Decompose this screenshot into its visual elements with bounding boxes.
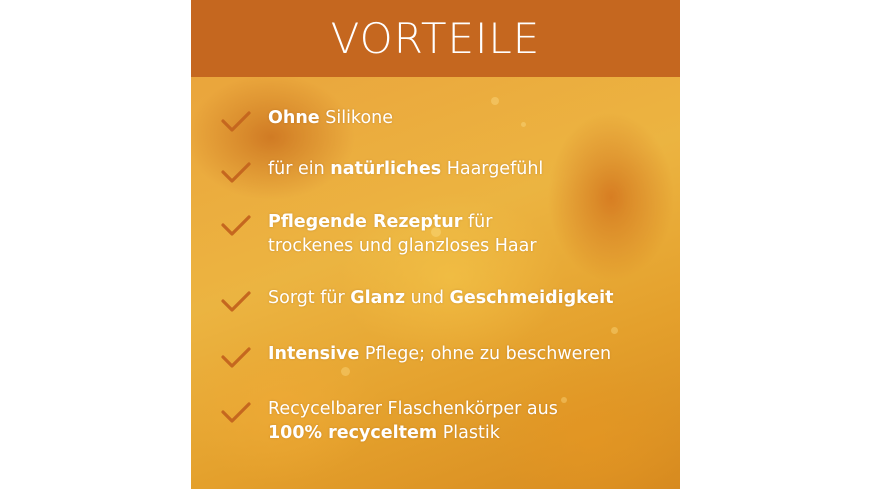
benefit-text: Sorgt für Glanz und Geschmeidigkeit <box>268 286 614 310</box>
benefit-text-bold: Glanz <box>350 288 406 308</box>
benefit-text-bold: natürliches <box>330 159 442 179</box>
benefit-text-part: Recycelbarer Flaschenkörper aus <box>268 399 558 419</box>
benefit-text: Pflegende Rezeptur für trockenes und glan… <box>268 210 537 258</box>
benefit-text-bold: Pflegende Rezeptur <box>268 212 463 232</box>
checkmark-icon <box>221 161 251 185</box>
benefit-text-bold: Intensive <box>268 344 360 364</box>
benefit-text: Recycelbarer Flaschenkörper aus 100% recy… <box>268 397 558 445</box>
benefit-item: Sorgt für Glanz und Geschmeidigkeit <box>221 286 614 314</box>
benefit-text-part: Silikone <box>319 108 394 128</box>
benefit-text-part: für ein <box>268 159 331 179</box>
benefit-text: Ohne Silikone <box>268 106 393 130</box>
benefit-item: Recycelbarer Flaschenkörper aus 100% recy… <box>221 397 558 445</box>
benefit-item: für ein natürliches Haargefühl <box>221 157 543 185</box>
checkmark-icon <box>221 346 251 370</box>
checkmark-icon <box>221 214 251 238</box>
benefit-text: für ein natürliches Haargefühl <box>268 157 543 181</box>
benefit-text-bold: Geschmeidigkeit <box>449 288 614 308</box>
benefits-panel: VORTEILE Ohne Silikone für ein natürliche… <box>191 0 680 489</box>
benefit-text-part: Haargefühl <box>441 159 544 179</box>
bubble <box>491 97 499 105</box>
checkmark-icon <box>221 110 251 134</box>
benefit-text-part: Plastik <box>437 423 500 443</box>
benefit-text-part: für <box>462 212 493 232</box>
benefit-text: Intensive Pflege; ohne zu beschweren <box>268 342 611 366</box>
bubble <box>561 397 567 403</box>
bubble <box>611 327 618 334</box>
benefit-text-part: Pflege; ohne zu beschweren <box>359 344 612 364</box>
benefit-item: Ohne Silikone <box>221 106 393 134</box>
header-title: VORTEILE <box>330 14 541 63</box>
checkmark-icon <box>221 290 251 314</box>
benefit-text-bold: 100% recyceltem <box>268 423 438 443</box>
bubble <box>521 122 526 127</box>
benefit-text-part: trockenes und glanzloses Haar <box>268 236 537 256</box>
benefit-item: Pflegende Rezeptur für trockenes und glan… <box>221 210 537 258</box>
benefit-text-part: und <box>405 288 450 308</box>
checkmark-icon <box>221 401 251 425</box>
benefit-text-part: Sorgt für <box>268 288 351 308</box>
benefit-text-bold: Ohne <box>268 108 320 128</box>
benefit-item: Intensive Pflege; ohne zu beschweren <box>221 342 611 370</box>
header-bar: VORTEILE <box>191 0 680 77</box>
